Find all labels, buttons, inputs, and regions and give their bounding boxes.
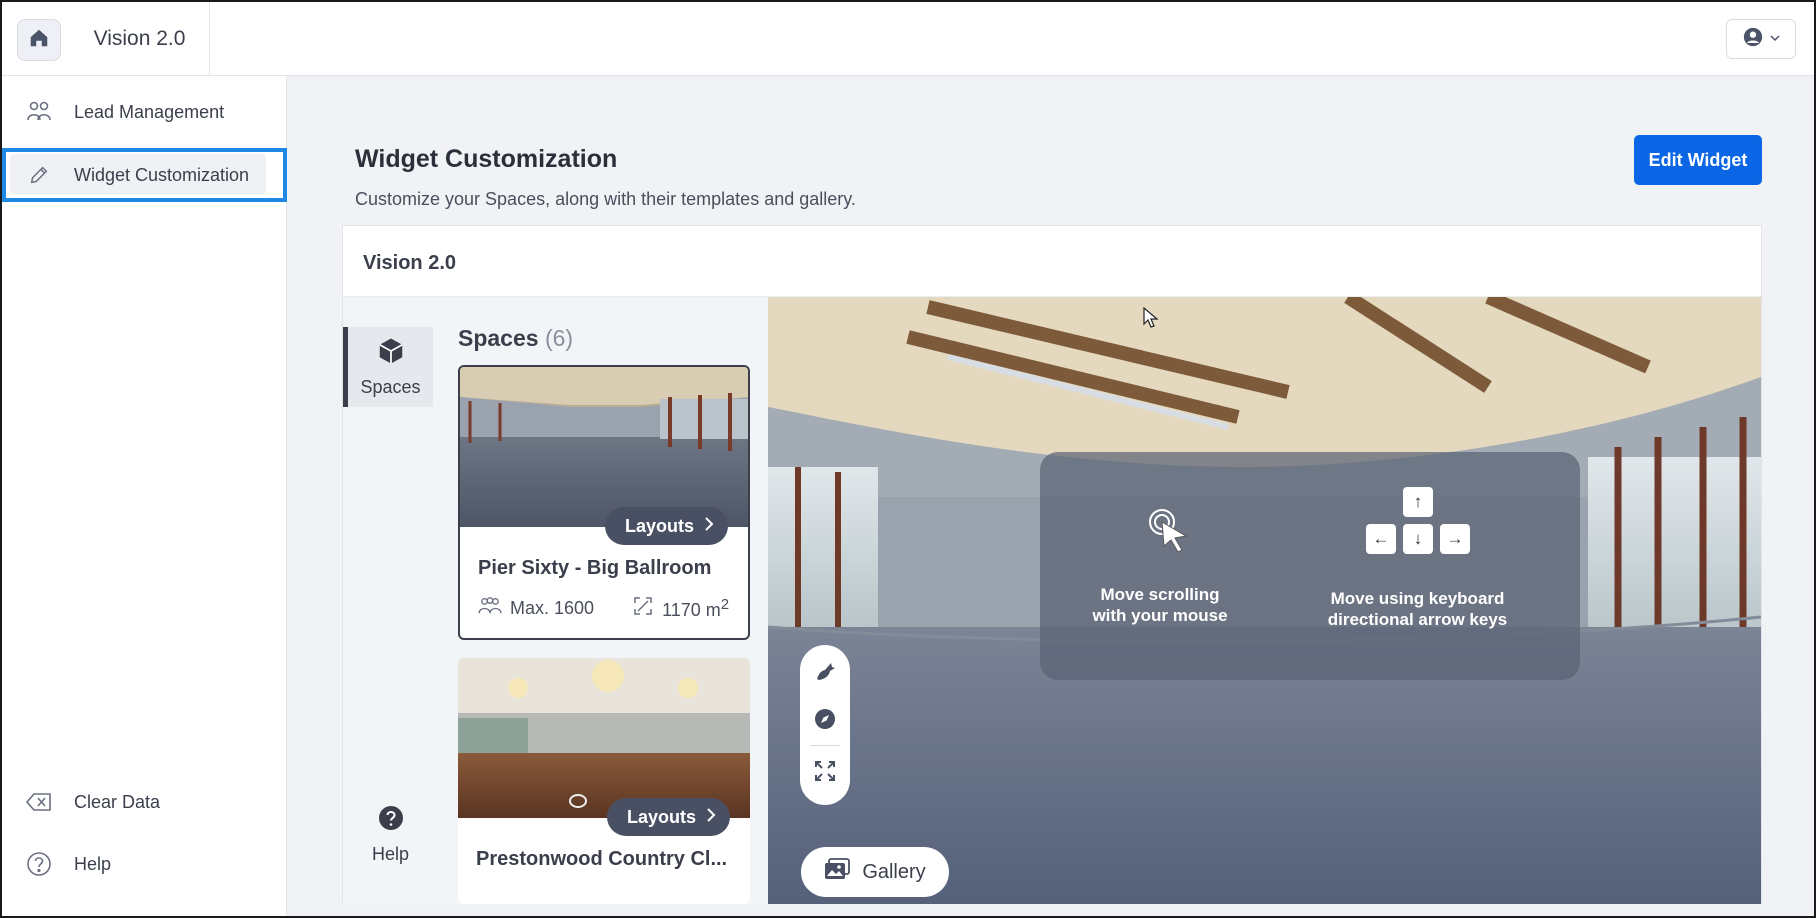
space-name: Pier Sixty - Big Ballroom [478, 557, 712, 579]
sidebar-item-label: Help [74, 853, 112, 874]
space-area-unit: m [705, 600, 721, 620]
layouts-label: Layouts [626, 806, 696, 827]
image-gallery-icon [824, 858, 851, 886]
keys-hint-line: directional arrow keys [1327, 610, 1508, 629]
brand: Vision 2.0 [70, 2, 210, 76]
widget-card: Vision 2.0 Spaces Help Spaces (6) Layout… [342, 225, 1762, 904]
help-circle-icon [26, 851, 52, 877]
arrow-up-key-icon: ↑ [1403, 487, 1433, 517]
compass-icon[interactable] [813, 707, 837, 731]
keys-hint-line: Move using keyboard [1330, 589, 1505, 608]
top-bar: Vision 2.0 [2, 2, 1814, 76]
dollhouse-view-icon[interactable] [813, 659, 837, 683]
space-card[interactable]: Layouts Prestonwood Country Cl... [458, 658, 750, 904]
help-icon [378, 805, 404, 836]
space-thumbnail [460, 367, 748, 527]
fullscreen-icon[interactable] [813, 759, 837, 783]
gallery-label: Gallery [862, 860, 926, 883]
spaces-list: Spaces (6) Layouts Pier Sixty - Big Ball… [438, 297, 768, 904]
pencil-icon [26, 162, 52, 188]
chevron-down-icon [1770, 30, 1780, 48]
area-icon [632, 595, 654, 622]
cube-icon [376, 336, 406, 371]
sidebar-item-label: Lead Management [74, 101, 225, 122]
mouse-hint-line: with your mouse [1092, 606, 1228, 625]
spaces-heading: Spaces (6) [458, 325, 573, 352]
layouts-button[interactable]: Layouts [604, 507, 728, 545]
sidebar-item-label: Clear Data [74, 791, 161, 812]
tab-spaces[interactable]: Spaces [343, 327, 433, 407]
sidebar-item-help[interactable]: Help [2, 838, 287, 890]
space-area-value: 1170 [662, 600, 701, 620]
page-subtitle: Customize your Spaces, along with their … [355, 189, 856, 209]
user-menu-button[interactable] [1726, 19, 1796, 59]
gallery-button[interactable]: Gallery [801, 847, 949, 897]
arrow-right-key-icon: → [1440, 524, 1470, 554]
people-icon [478, 596, 502, 621]
keys-hint-text: Move using keyboard directional arrow ke… [1310, 588, 1525, 630]
people-icon [26, 99, 52, 125]
widget-title: Vision 2.0 [363, 252, 457, 274]
space-area: 1170 m2 [662, 596, 729, 621]
chevron-right-icon [706, 807, 716, 828]
sidebar-item-clear-data[interactable]: Clear Data [2, 776, 287, 828]
home-icon [28, 27, 50, 54]
layouts-label: Layouts [624, 515, 694, 536]
space-area-exponent: 2 [720, 596, 730, 613]
page-title: Widget Customization [355, 145, 618, 173]
widget-rail: Spaces Help [343, 297, 438, 904]
arrow-down-key-icon: ↓ [1403, 524, 1433, 554]
mouse-cursor-icon [1148, 508, 1196, 561]
space-card[interactable]: Layouts Pier Sixty - Big Ballroom Max. 1… [458, 365, 750, 640]
user-circle-icon [1742, 26, 1764, 53]
sidebar-item-widget-customization[interactable]: Widget Customization [2, 148, 287, 202]
navigation-hint-overlay: Move scrolling with your mouse ↑ ← ↓ → M… [1040, 452, 1580, 680]
sidebar-item-label: Widget Customization [74, 164, 250, 185]
space-name: Prestonwood Country Cl... [476, 848, 728, 870]
space-capacity: Max. 1600 [510, 598, 595, 618]
mouse-hint-text: Move scrolling with your mouse [1080, 584, 1240, 626]
app-title: Vision 2.0 [93, 27, 186, 50]
layouts-button[interactable]: Layouts [606, 798, 730, 836]
chevron-right-icon [704, 516, 714, 537]
sidebar-item-lead-management[interactable]: Lead Management [2, 86, 287, 138]
panorama-viewer[interactable]: Move scrolling with your mouse ↑ ← ↓ → M… [768, 297, 1761, 904]
viewer-tool-rail [800, 645, 850, 805]
app-frame: Vision 2.0 Lead Management Widget Custom… [0, 0, 1816, 918]
space-meta: Max. 1600 1170 m2 [478, 595, 729, 622]
spaces-heading-label: Spaces [458, 325, 539, 351]
arrow-left-key-icon: ← [1366, 524, 1396, 554]
tab-spaces-label: Spaces [360, 377, 421, 397]
rail-help-label: Help [371, 844, 410, 864]
spaces-count: (6) [544, 325, 574, 351]
sidebar: Lead Management Widget Customization Cle… [2, 76, 287, 916]
mouse-hint-line: Move scrolling [1100, 585, 1220, 604]
clear-icon [26, 789, 52, 815]
space-thumbnail [458, 658, 750, 818]
tool-divider [810, 745, 840, 746]
edit-widget-button[interactable]: Edit Widget [1634, 135, 1762, 185]
rail-help-button[interactable]: Help [343, 805, 438, 875]
home-button[interactable] [17, 19, 61, 61]
mouse-pointer-icon [1143, 306, 1159, 334]
